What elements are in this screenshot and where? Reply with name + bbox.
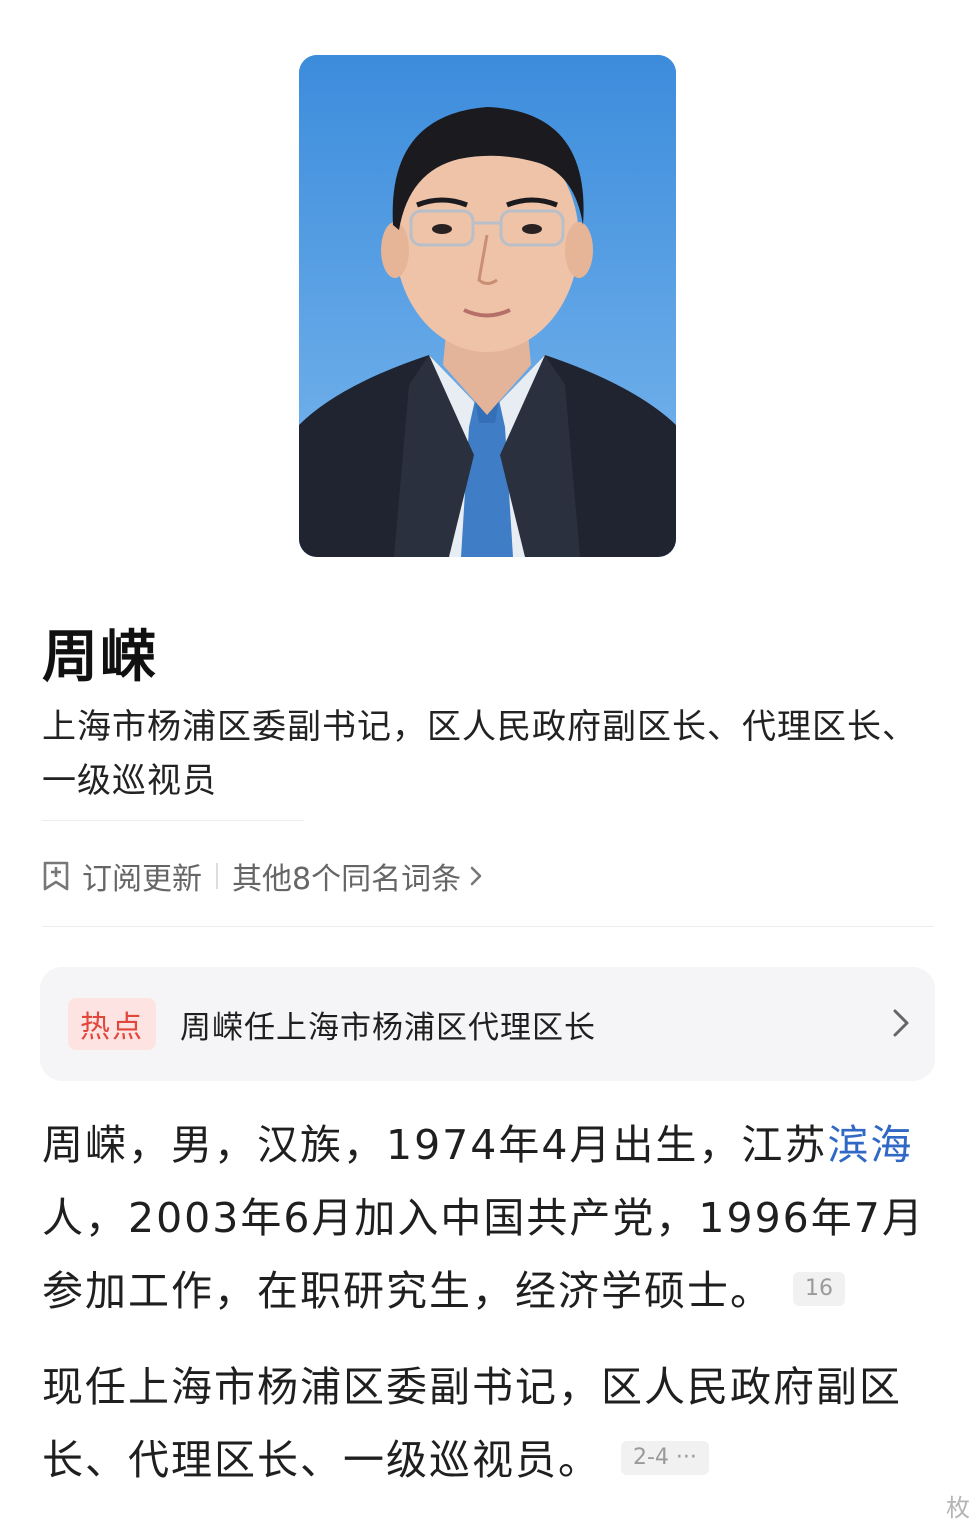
intro-paragraph-1: 周嵘，男，汉族，1974年4月出生，江苏滨海人，2003年6月加入中国共产党，1… bbox=[42, 1109, 942, 1328]
place-link-binhai[interactable]: 滨海 bbox=[827, 1121, 913, 1169]
same-name-entries-label: 其他8个同名词条 bbox=[232, 862, 462, 897]
divider bbox=[42, 820, 304, 821]
intro-paragraph-2: 现任上海市杨浦区委副书记，区人民政府副区长、代理区长、一级巡视员。 2-4 ··· bbox=[42, 1351, 942, 1497]
person-portrait[interactable] bbox=[299, 55, 676, 557]
watermark-text: 枚 bbox=[946, 1494, 970, 1522]
intro-text: 周嵘，男，汉族，1974年4月出生，江苏 bbox=[42, 1121, 828, 1169]
hot-badge: 热点 bbox=[68, 998, 156, 1050]
citation-badge[interactable]: 16 bbox=[793, 1272, 845, 1306]
watermark: 枚 bbox=[740, 1480, 974, 1531]
meta-separator bbox=[216, 863, 218, 889]
entry-meta-row: 订阅更新 其他8个同名词条 bbox=[42, 852, 483, 900]
entry-title: 周嵘 bbox=[42, 625, 158, 690]
hot-news-card[interactable]: 热点 周嵘任上海市杨浦区代理区长 bbox=[40, 967, 935, 1081]
hot-news-title: 周嵘任上海市杨浦区代理区长 bbox=[180, 1009, 596, 1046]
entry-subtitle: 上海市杨浦区委副书记，区人民政府副区长、代理区长、一级巡视员 bbox=[42, 707, 917, 801]
chevron-right-icon bbox=[891, 1007, 911, 1043]
subscribe-icon[interactable] bbox=[42, 860, 70, 892]
portrait-illustration bbox=[299, 55, 676, 557]
citation-badge[interactable]: 2-4 ··· bbox=[621, 1441, 709, 1475]
same-name-entries-link[interactable]: 其他8个同名词条 bbox=[232, 854, 483, 898]
chevron-right-icon bbox=[469, 865, 483, 887]
intro-text: 现任上海市杨浦区委副书记，区人民政府副区长、代理区长、一级巡视员。 bbox=[42, 1363, 902, 1484]
subscribe-button[interactable]: 订阅更新 bbox=[82, 854, 202, 898]
divider bbox=[42, 926, 934, 927]
